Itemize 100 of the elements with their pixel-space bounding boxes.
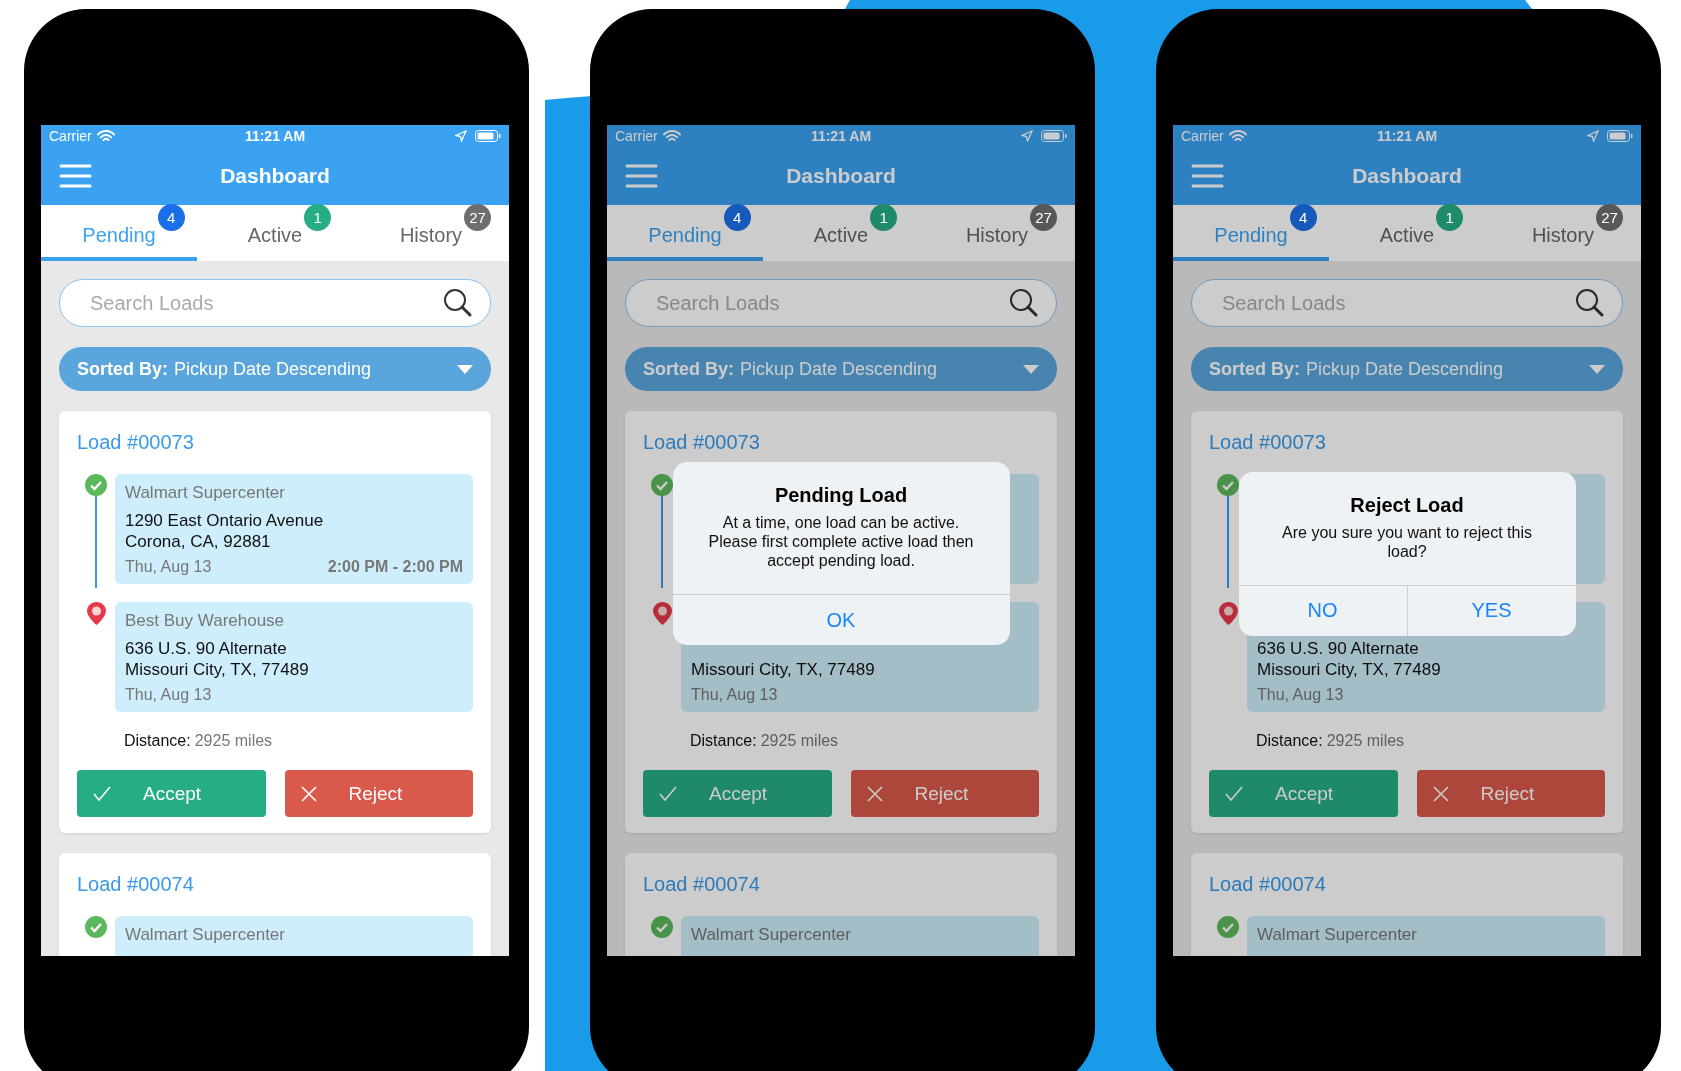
dialog-button[interactable]: OK: [672, 595, 1010, 645]
check-circle-icon: [85, 916, 107, 938]
wifi-icon: [662, 129, 681, 143]
distance-label: Distance:: [1256, 732, 1323, 750]
load-title[interactable]: Load #00073: [643, 431, 1039, 454]
sort-dropdown[interactable]: Sorted By: Pickup Date Descending: [59, 347, 491, 391]
battery-icon: [475, 130, 501, 142]
tab[interactable]: Pending 4: [607, 205, 763, 261]
location-arrow-icon: [1021, 130, 1033, 142]
tab[interactable]: Pending 4: [41, 205, 197, 261]
reject-button[interactable]: Reject: [284, 770, 473, 817]
check-circle-icon: [651, 474, 673, 496]
search-field[interactable]: Search Loads: [59, 279, 491, 327]
stop-name: Best Buy Warehouse: [125, 610, 286, 632]
stop-city: Missouri City, TX, 77489: [125, 659, 310, 680]
accept-button[interactable]: Accept: [643, 770, 832, 817]
tab[interactable]: History 27: [353, 205, 509, 261]
load-title[interactable]: Load #00074: [643, 873, 1039, 896]
distance-value: 2925 miles: [194, 732, 273, 750]
dialog-button[interactable]: NO: [1238, 585, 1407, 636]
screen-title: Dashboard: [220, 164, 330, 188]
search-field[interactable]: Search Loads: [625, 279, 1057, 327]
screen-title: Dashboard: [786, 164, 896, 188]
stop-date: Thu, Aug 13: [1257, 686, 1344, 704]
search-icon: [1575, 288, 1605, 318]
wifi-icon: [96, 129, 115, 143]
check-icon: [93, 786, 111, 801]
carrier-name: Carrier: [49, 128, 92, 144]
close-icon: [300, 785, 317, 802]
map-pin-icon: [1218, 602, 1238, 625]
close-icon: [866, 785, 883, 802]
check-circle-icon: [651, 916, 673, 938]
sort-dropdown[interactable]: Sorted By: Pickup Date Descending: [1191, 347, 1623, 391]
search-icon: [443, 288, 473, 318]
count-badge: 27: [464, 203, 492, 231]
stop-name: Walmart Supercenter: [1257, 924, 1418, 946]
location-arrow-icon: [1587, 130, 1599, 142]
check-icon: [1225, 786, 1243, 801]
stop-address: 636 U.S. 90 Alternate: [1257, 638, 1420, 659]
location-arrow-icon: [455, 130, 467, 142]
close-icon: [1432, 785, 1449, 802]
sort-dropdown[interactable]: Sorted By: Pickup Date Descending: [625, 347, 1057, 391]
status-time: 11:21 AM: [1376, 128, 1438, 144]
stop-date: Thu, Aug 13: [125, 686, 212, 704]
check-circle-icon: [1217, 916, 1239, 938]
tab[interactable]: Active 1: [1329, 205, 1485, 261]
accept-button[interactable]: Accept: [77, 770, 266, 817]
carrier-name: Carrier: [1181, 128, 1224, 144]
distance-value: 2925 miles: [1326, 732, 1405, 750]
reject-button[interactable]: Reject: [1416, 770, 1605, 817]
count-badge: 4: [1289, 203, 1317, 231]
stop-time: 2:00 PM - 2:00 PM: [327, 558, 463, 576]
reject-button[interactable]: Reject: [850, 770, 1039, 817]
dialog-message: At a time, one load can be active. Please first complete active load then accept pending load.: [707, 513, 975, 571]
check-circle-icon: [1217, 474, 1239, 496]
check-circle-icon: [85, 474, 107, 496]
search-icon: [1009, 288, 1039, 318]
battery-icon: [1607, 130, 1633, 142]
dialog-button[interactable]: YES: [1406, 585, 1576, 636]
carrier-name: Carrier: [615, 128, 658, 144]
tab[interactable]: Active 1: [763, 205, 919, 261]
tab[interactable]: History 27: [1485, 205, 1641, 261]
map-pin-icon: [652, 602, 672, 625]
menu-icon[interactable]: [59, 164, 92, 188]
stop-city: Missouri City, TX, 77489: [691, 659, 876, 680]
menu-icon[interactable]: [625, 164, 658, 188]
distance-label: Distance:: [690, 732, 757, 750]
stop-city: Corona, CA, 92881: [125, 531, 272, 552]
stop-name: Walmart Supercenter: [691, 924, 852, 946]
count-badge: 4: [723, 203, 751, 231]
search-field[interactable]: Search Loads: [1191, 279, 1623, 327]
stop-date: Thu, Aug 13: [125, 558, 212, 576]
caret-icon: [1023, 364, 1039, 374]
count-badge: 1: [870, 203, 898, 231]
stop-address: 636 U.S. 90 Alternate: [125, 638, 288, 659]
map-pin-icon: [86, 602, 106, 625]
dialog-title: Pending Load: [773, 483, 909, 508]
load-title[interactable]: Load #00074: [1209, 873, 1605, 896]
screen-title: Dashboard: [1352, 164, 1462, 188]
battery-icon: [1041, 130, 1067, 142]
accept-button[interactable]: Accept: [1209, 770, 1398, 817]
stop-address: 1290 East Ontario Avenue: [125, 510, 325, 531]
count-badge: 27: [1030, 203, 1058, 231]
count-badge: 4: [157, 203, 185, 231]
tab[interactable]: Pending 4: [1173, 205, 1329, 261]
stop-name: Walmart Supercenter: [125, 482, 286, 504]
load-title[interactable]: Load #00073: [77, 431, 473, 454]
status-time: 11:21 AM: [810, 128, 872, 144]
tab[interactable]: History 27: [919, 205, 1075, 261]
count-badge: 27: [1596, 203, 1624, 231]
distance-value: 2925 miles: [760, 732, 839, 750]
load-title[interactable]: Load #00073: [1209, 431, 1605, 454]
count-badge: 1: [304, 203, 332, 231]
menu-icon[interactable]: [1191, 164, 1224, 188]
stop-name: Walmart Supercenter: [125, 924, 286, 946]
load-title[interactable]: Load #00074: [77, 873, 473, 896]
dialog-message: Are you sure you want to reject this load?: [1281, 522, 1533, 562]
wifi-icon: [1228, 129, 1247, 143]
tab[interactable]: Active 1: [197, 205, 353, 261]
caret-icon: [457, 364, 473, 374]
